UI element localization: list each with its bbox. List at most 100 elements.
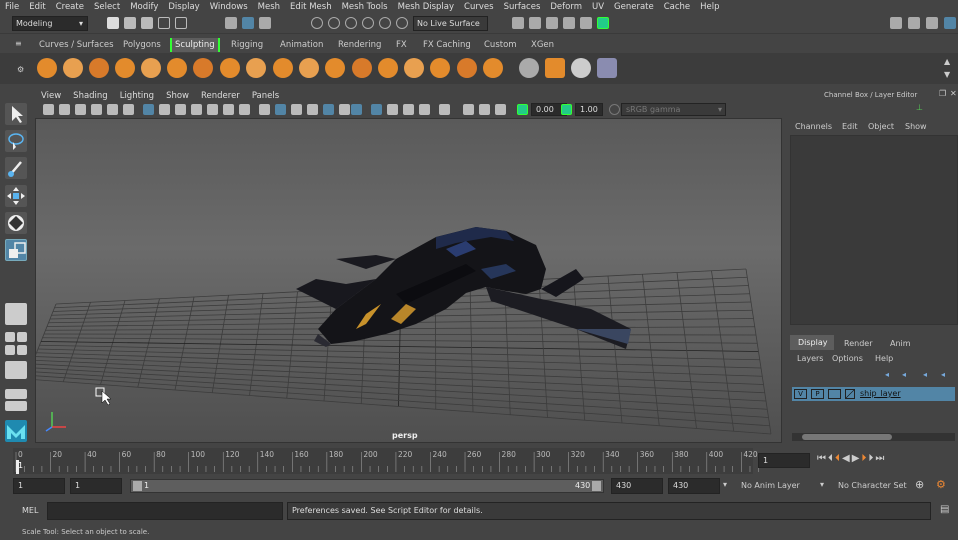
edit-menu[interactable]: Edit [842, 122, 858, 131]
graph-editor-layout-icon[interactable] [5, 389, 27, 399]
hypershade-layout-icon[interactable] [17, 345, 27, 355]
playback-end-field[interactable]: 430 [611, 478, 663, 494]
options-menu[interactable]: Options [832, 354, 863, 363]
select-camera-icon[interactable] [43, 104, 54, 115]
scrape-tool-icon[interactable] [325, 58, 345, 78]
help-menu[interactable]: Help [875, 354, 893, 363]
character-set-dropdown[interactable]: No Character Set [838, 481, 907, 490]
xray-components-icon[interactable] [419, 104, 430, 115]
play-backwards-icon[interactable]: ◀ [842, 453, 852, 464]
resolution-gate-icon[interactable] [175, 104, 186, 115]
snap-live-icon[interactable] [396, 17, 408, 29]
tab-display[interactable]: Display [790, 335, 834, 350]
range-slider-end-handle[interactable] [592, 481, 601, 491]
show-menu[interactable]: Show [905, 122, 927, 131]
xray-joints-icon[interactable] [403, 104, 414, 115]
pinch-tool-icon[interactable] [141, 58, 161, 78]
snap-curve-icon[interactable] [328, 17, 340, 29]
color-management-icon[interactable] [609, 104, 620, 115]
knife-tool-icon[interactable] [378, 58, 398, 78]
current-frame-field[interactable]: 1 [758, 453, 810, 468]
channel-box-icon[interactable] [944, 17, 956, 29]
chevron-down-icon[interactable]: ▾ [820, 480, 824, 489]
grease-pencil-icon[interactable] [123, 104, 134, 115]
foamy-tool-icon[interactable] [193, 58, 213, 78]
film-gate-icon[interactable] [159, 104, 170, 115]
hypershade-icon[interactable] [580, 17, 592, 29]
tab-render[interactable]: Render [844, 339, 872, 348]
convert-to-frozen-icon[interactable] [519, 58, 539, 78]
menu-mesh[interactable]: Mesh [253, 2, 285, 12]
ambient-occlusion-icon[interactable] [439, 104, 450, 115]
wireframe-icon[interactable] [259, 104, 270, 115]
gate-mask-icon[interactable] [191, 104, 202, 115]
freeze-tool-icon[interactable] [483, 58, 503, 78]
bulge-tool-icon[interactable] [430, 58, 450, 78]
panel-menu-lighting[interactable]: Lighting [114, 91, 160, 101]
shelf-scroll-up-icon[interactable]: ▲ [944, 57, 950, 66]
menu-set-dropdown[interactable]: Modeling ▾ [12, 16, 88, 31]
bookmark-icon[interactable] [75, 104, 86, 115]
persp-graph-layout-icon[interactable] [17, 332, 27, 342]
sculpt-image-icon[interactable] [597, 58, 617, 78]
snap-point-icon[interactable] [345, 17, 357, 29]
move-tool-icon[interactable] [5, 185, 27, 207]
menu-curves[interactable]: Curves [459, 2, 499, 12]
amplify-tool-icon[interactable] [457, 58, 477, 78]
shelf-scroll-down-icon[interactable]: ▼ [944, 70, 950, 79]
menu-edit[interactable]: Edit [24, 2, 50, 12]
move-layer-down-icon[interactable]: ◂ [902, 370, 906, 379]
menu-select[interactable]: Select [89, 2, 125, 12]
use-all-lights-icon[interactable] [339, 104, 350, 115]
script-editor-icon[interactable]: ▤ [940, 504, 949, 515]
layer-scrollbar-thumb[interactable] [802, 434, 892, 440]
sculpt-tool-icon[interactable] [37, 58, 57, 78]
fill-tool-icon[interactable] [352, 58, 372, 78]
relax-tool-icon[interactable] [89, 58, 109, 78]
lasso-tool-icon[interactable] [5, 130, 27, 152]
xray-icon[interactable] [387, 104, 398, 115]
tab-curves-surfaces[interactable]: Curves / Surfaces [36, 38, 117, 52]
outliner-layout-icon[interactable] [5, 361, 27, 379]
paint-select-icon[interactable] [5, 157, 27, 179]
attribute-editor-icon[interactable] [908, 17, 920, 29]
menu-windows[interactable]: Windows [205, 2, 253, 12]
tab-fx-caching[interactable]: FX Caching [420, 38, 474, 52]
safe-title-icon[interactable] [239, 104, 250, 115]
menu-modify[interactable]: Modify [125, 2, 163, 12]
tab-fx[interactable]: FX [393, 38, 410, 52]
select-hierarchy-icon[interactable] [225, 17, 237, 29]
new-layer-selected-icon[interactable]: ◂ [941, 370, 945, 379]
menu-mesh-display[interactable]: Mesh Display [393, 2, 459, 12]
wireframe-on-shaded-icon[interactable] [307, 104, 318, 115]
field-chart-icon[interactable] [207, 104, 218, 115]
play-forwards-icon[interactable]: ▶ [852, 453, 862, 464]
gamma-field[interactable]: 1.00 [575, 103, 603, 116]
render-frame-icon[interactable] [529, 17, 541, 29]
live-surface-field[interactable]: No Live Surface [413, 16, 488, 31]
modeling-toolkit-icon[interactable] [890, 17, 902, 29]
smooth-tool-icon[interactable] [63, 58, 83, 78]
menu-mesh-tools[interactable]: Mesh Tools [337, 2, 393, 12]
single-perspective-layout-icon[interactable] [5, 303, 27, 325]
construction-history-icon[interactable] [512, 17, 524, 29]
motion-blur-icon[interactable] [463, 104, 474, 115]
panel-menu-shading[interactable]: Shading [67, 91, 114, 101]
flatten-tool-icon[interactable] [167, 58, 187, 78]
scale-tool-icon[interactable] [5, 239, 27, 261]
menu-display[interactable]: Display [163, 2, 204, 12]
smear-tool-icon[interactable] [404, 58, 424, 78]
menu-help[interactable]: Help [695, 2, 724, 12]
select-tool-icon[interactable] [5, 103, 27, 125]
multisample-aa-icon[interactable] [479, 104, 490, 115]
open-scene-icon[interactable] [124, 17, 136, 29]
layer-color-swatch[interactable] [845, 389, 855, 399]
tab-anim[interactable]: Anim [890, 339, 911, 348]
panel-menu-panels[interactable]: Panels [246, 91, 285, 101]
rotate-tool-icon[interactable] [5, 212, 27, 234]
move-layer-up-icon[interactable]: ◂ [885, 370, 889, 379]
shelf-settings-icon[interactable]: ⚙ [17, 65, 24, 74]
tab-rigging[interactable]: Rigging [228, 38, 266, 52]
gamma-icon[interactable] [561, 104, 572, 115]
snap-surface-icon[interactable] [379, 17, 391, 29]
